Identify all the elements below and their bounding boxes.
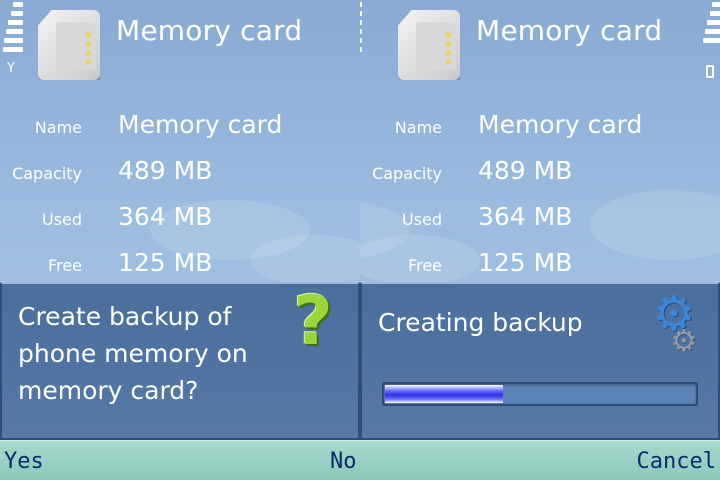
header-title: Memory card [476,14,663,47]
right-screen: Y Memory card Name Memory card Capacity … [360,0,720,480]
battery-icon [360,2,362,80]
antenna-icon: Y [7,61,15,76]
memory-card-icon [38,10,100,80]
info-label: Capacity [12,164,82,183]
battery-icon [706,65,714,78]
memory-card-icon [398,10,460,80]
info-label: Free [408,256,442,275]
info-label: Name [34,118,82,137]
info-value: Memory card [478,110,643,139]
dialog-message: Create backup of phone memory on memory … [18,302,248,405]
info-label: Name [394,118,442,137]
backup-confirm-dialog: Create backup of phone memory on memory … [0,282,360,440]
info-value: 489 MB [478,156,573,185]
info-value: Memory card [118,110,283,139]
backup-progress-fill [385,385,503,403]
yes-softkey[interactable]: Yes [4,449,44,474]
info-row-used: Used 364 MB [0,202,340,236]
info-row-free: Free 125 MB [0,248,340,282]
info-label: Free [48,256,82,275]
dialog-message: Creating backup [378,308,583,337]
info-row-capacity: Capacity 489 MB [360,156,700,190]
info-value: 364 MB [118,202,213,231]
backup-progress-dialog: Creating backup ⚙ ⚙ [360,282,720,440]
info-value: 125 MB [118,248,213,277]
info-row-used: Used 364 MB [360,202,700,236]
info-label: Capacity [372,164,442,183]
info-row-free: Free 125 MB [360,248,700,282]
question-mark-icon: ? [293,282,333,361]
cancel-softkey[interactable]: Cancel [637,449,716,474]
info-label: Used [401,210,442,229]
header-title: Memory card [116,14,303,47]
info-value: 489 MB [118,156,213,185]
softkey-bar: Yes No Cancel [0,440,720,480]
info-value: 364 MB [478,202,573,231]
left-screen: Y Memory card Name Memory card Capacity … [0,0,360,480]
info-row-capacity: Capacity 489 MB [0,156,340,190]
signal-strength-icon [702,2,720,80]
info-row-name: Name Memory card [360,110,700,144]
info-value: 125 MB [478,248,573,277]
info-row-name: Name Memory card [0,110,340,144]
backup-progress-bar [382,382,698,406]
info-label: Used [41,210,82,229]
no-softkey[interactable]: No [330,449,357,474]
settings-gear-small-icon: ⚙ [670,324,698,359]
signal-strength-icon: Y [3,2,25,80]
